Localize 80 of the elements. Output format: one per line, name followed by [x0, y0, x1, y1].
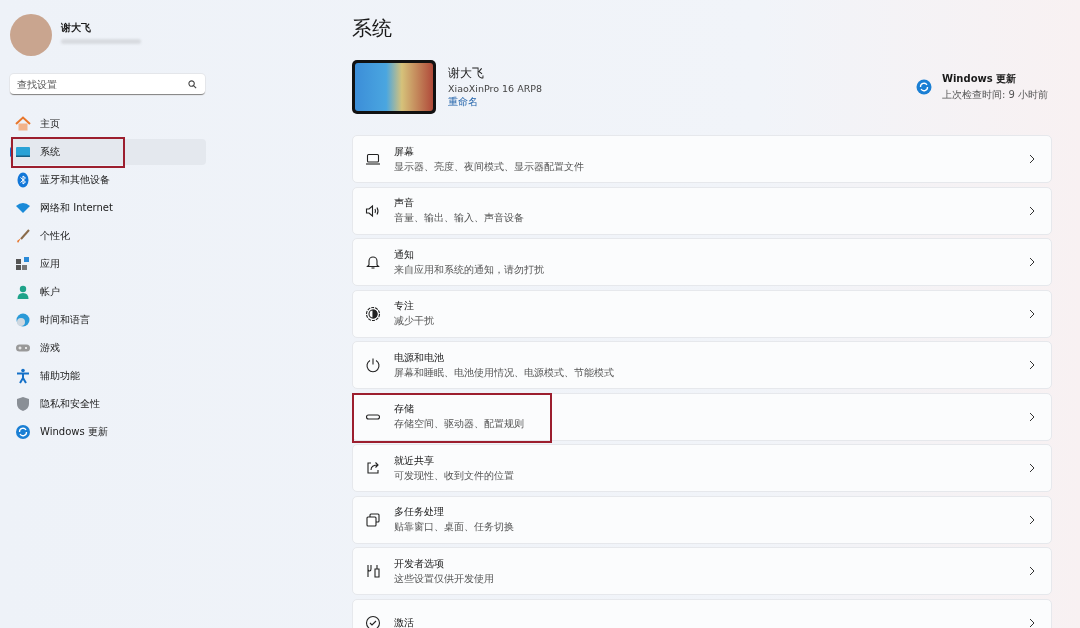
- setting-title: 屏幕: [394, 144, 415, 159]
- tools-icon: [365, 563, 381, 579]
- search-field[interactable]: 查找设置: [10, 74, 205, 95]
- sidebar-item[interactable]: 辅助功能: [10, 363, 206, 389]
- monitor-icon: [15, 144, 31, 160]
- setting-title: 开发者选项: [394, 556, 445, 571]
- chevron-icon: [1029, 154, 1035, 164]
- setting-description: 这些设置仅供开发使用: [394, 571, 495, 586]
- home-icon: [15, 116, 31, 132]
- sidebar-item[interactable]: 系统: [10, 139, 206, 165]
- setting-description: 显示器、亮度、夜间模式、显示器配置文件: [394, 159, 585, 174]
- avatar-placeholder: [10, 14, 52, 56]
- person-icon: [15, 284, 31, 300]
- page-title: 系统: [352, 15, 393, 41]
- setting-title: 就近共享: [394, 453, 435, 468]
- sidebar-item[interactable]: 蓝牙和其他设备: [10, 167, 206, 193]
- chevron-icon: [1029, 566, 1035, 576]
- setting-description: 屏幕和睡眠、电池使用情况、电源模式、节能模式: [394, 365, 615, 380]
- focus-icon: [365, 305, 381, 322]
- settings-row[interactable]: 存储 存储空间、驱动器、配置规则: [352, 392, 1052, 441]
- sidebar-item[interactable]: 应用: [10, 251, 206, 277]
- update-icon: [915, 79, 932, 95]
- settings-row[interactable]: 通知 来自应用和系统的通知，请勿打扰: [352, 238, 1052, 286]
- speaker-icon: [365, 202, 381, 219]
- setting-description: 减少干扰: [394, 314, 435, 328]
- setting-title: 激活: [394, 615, 415, 628]
- share-icon: [365, 460, 381, 476]
- sidebar-item[interactable]: 隐私和安全性: [10, 391, 206, 417]
- accessibility-icon: [15, 368, 31, 384]
- globe-clock-icon: [15, 312, 31, 328]
- sidebar-item[interactable]: 时间和语言: [10, 307, 206, 333]
- user-name: 谢大飞: [61, 20, 92, 35]
- chevron-icon: [1029, 463, 1035, 473]
- setting-title: 通知: [394, 247, 415, 262]
- rename-link[interactable]: 重命名: [448, 95, 543, 109]
- settings-row[interactable]: 专注 减少干扰: [352, 289, 1052, 338]
- brush-icon: [15, 228, 31, 244]
- power-icon: [365, 357, 381, 373]
- laptop-icon: [365, 151, 381, 167]
- chevron-icon: [1029, 308, 1035, 319]
- update-status: 上次检查时间: 9 小时前: [941, 88, 1048, 102]
- setting-description: 存储空间、驱动器、配置规则: [394, 417, 525, 431]
- sidebar-item[interactable]: Windows 更新: [10, 419, 206, 445]
- sidebar-item[interactable]: 主页: [10, 111, 206, 137]
- settings-row[interactable]: 就近共享 可发现性、收到文件的位置: [352, 444, 1052, 492]
- setting-title: 声音: [394, 196, 415, 210]
- shield-icon: [15, 396, 31, 412]
- setting-description: 可发现性、收到文件的位置: [394, 468, 515, 483]
- setting-description: 音量、输出、输入、声音设备: [394, 211, 525, 225]
- update-title[interactable]: Windows 更新: [941, 72, 1048, 86]
- update-icon: [15, 424, 31, 440]
- setting-title: 专注: [394, 299, 415, 313]
- settings-row[interactable]: 屏幕 显示器、亮度、夜间模式、显示器配置文件: [352, 135, 1052, 183]
- setting-description: 来自应用和系统的通知，请勿打扰: [394, 262, 545, 277]
- chevron-icon: [1029, 514, 1035, 525]
- setting-title: 多任务处理: [394, 505, 445, 519]
- sidebar-item[interactable]: 帐户: [10, 279, 206, 305]
- sidebar-item[interactable]: 网络和 Internet: [10, 195, 206, 221]
- settings-row[interactable]: 多任务处理 贴靠窗口、桌面、任务切换: [352, 495, 1052, 544]
- chevron-icon: [1029, 411, 1035, 422]
- bluetooth-icon: [15, 172, 31, 188]
- bell-icon: [365, 254, 381, 270]
- settings-row[interactable]: 声音 音量、输出、输入、声音设备: [352, 186, 1052, 235]
- search-icon: [188, 80, 197, 89]
- device-model: XiaoXinPro 16 ARP8: [448, 83, 543, 94]
- chevron-icon: [1029, 360, 1035, 370]
- sidebar-item[interactable]: 游戏: [10, 335, 206, 361]
- chevron-icon: [1029, 205, 1035, 216]
- chevron-icon: [1029, 617, 1035, 628]
- device-name: 谢大飞: [448, 65, 485, 82]
- settings-row[interactable]: 电源和电池 屏幕和睡眠、电池使用情况、电源模式、节能模式: [352, 341, 1052, 389]
- sidebar-item[interactable]: 个性化: [10, 223, 206, 249]
- settings-row[interactable]: 开发者选项 这些设置仅供开发使用: [352, 547, 1052, 595]
- setting-title: 存储: [394, 402, 415, 416]
- settings-row[interactable]: 激活: [352, 598, 1052, 628]
- setting-title: 电源和电池: [394, 350, 445, 365]
- wifi-icon: [15, 200, 31, 216]
- setting-description: 贴靠窗口、桌面、任务切换: [394, 520, 515, 534]
- chevron-icon: [1029, 257, 1035, 267]
- apps-icon: [15, 256, 31, 272]
